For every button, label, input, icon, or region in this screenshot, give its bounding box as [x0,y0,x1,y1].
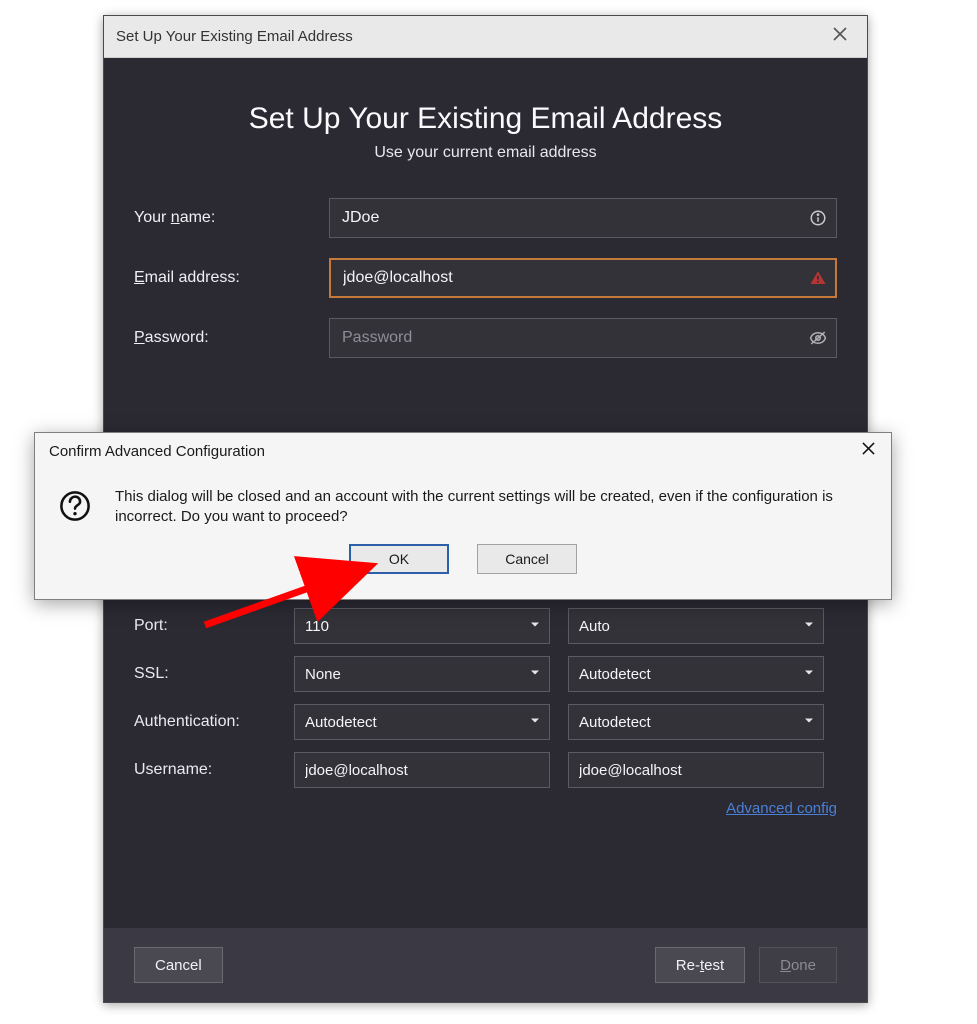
footer-bar: Cancel Re-test Done [104,928,867,1002]
port-label: Port: [134,617,294,635]
email-label: Email address: [134,269,329,287]
cancel-button[interactable]: Cancel [134,947,223,983]
password-input[interactable] [329,318,837,358]
chevron-down-icon [529,666,541,683]
close-icon [833,27,847,46]
outgoing-username-input[interactable] [568,752,824,788]
page-subheader: Use your current email address [134,144,837,162]
outgoing-ssl-value: Autodetect [579,666,651,683]
auth-label: Authentication: [134,713,294,731]
outgoing-auth-select[interactable]: Autodetect [568,704,824,740]
ssl-label: SSL: [134,665,294,683]
incoming-ssl-select[interactable]: None [294,656,550,692]
confirm-message: This dialog will be closed and an accoun… [115,487,871,528]
done-button[interactable]: Done [759,947,837,983]
chevron-down-icon [529,714,541,731]
confirm-dialog: Confirm Advanced Configuration This dial… [34,432,892,600]
eye-off-icon[interactable] [809,329,827,347]
outgoing-port-value: Auto [579,618,610,635]
info-icon[interactable] [809,209,827,227]
warning-icon [809,269,827,287]
confirm-title: Confirm Advanced Configuration [49,443,853,460]
name-label: Your name: [134,209,329,227]
confirm-cancel-button[interactable]: Cancel [477,544,577,574]
incoming-ssl-value: None [305,666,341,683]
window-title: Set Up Your Existing Email Address [116,28,823,45]
outgoing-port-select[interactable]: Auto [568,608,824,644]
confirm-ok-button[interactable]: OK [349,544,449,574]
incoming-port-select[interactable]: 110 [294,608,550,644]
incoming-auth-value: Autodetect [305,714,377,731]
close-icon [862,442,875,460]
chevron-down-icon [529,618,541,635]
email-input[interactable] [329,258,837,298]
outgoing-ssl-select[interactable]: Autodetect [568,656,824,692]
retest-button[interactable]: Re-test [655,947,745,983]
password-label: Password: [134,329,329,347]
question-icon [55,489,95,528]
chevron-down-icon [803,618,815,635]
window-close-button[interactable] [823,20,857,54]
incoming-port-value: 110 [305,618,329,635]
outgoing-auth-value: Autodetect [579,714,651,731]
incoming-auth-select[interactable]: Autodetect [294,704,550,740]
name-input[interactable] [329,198,837,238]
chevron-down-icon [803,714,815,731]
confirm-close-button[interactable] [853,436,883,466]
confirm-titlebar: Confirm Advanced Configuration [35,433,891,469]
incoming-username-input[interactable] [294,752,550,788]
page-header: Set Up Your Existing Email Address [134,102,837,136]
username-label: Username: [134,761,294,779]
chevron-down-icon [803,666,815,683]
advanced-config-link[interactable]: Advanced config [726,800,837,817]
window-titlebar: Set Up Your Existing Email Address [104,16,867,58]
